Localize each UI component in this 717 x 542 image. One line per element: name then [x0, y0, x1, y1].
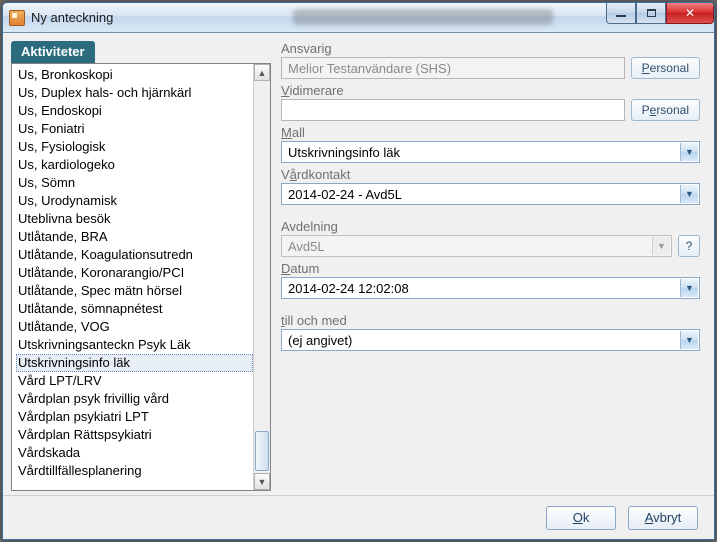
list-item[interactable]: Vård LPT/LRV	[16, 372, 253, 390]
list-item[interactable]: Vårdplan Rättspsykiatri	[16, 426, 253, 444]
input-vidimerare[interactable]	[281, 99, 625, 121]
input-ansvarig	[281, 57, 625, 79]
chevron-down-icon: ▼	[680, 331, 698, 349]
field-avdelning: Avdelning Avd5L ▼ ?	[281, 219, 700, 257]
scrollbar-vertical[interactable]: ▲ ▼	[253, 64, 270, 490]
ok-text: k	[583, 510, 590, 525]
field-vardkontakt: Vårdkontakt 2014-02-24 - Avd5L ▼	[281, 167, 700, 205]
label-avdelning: Avdelning	[281, 219, 700, 235]
select-mall[interactable]: Utskrivningsinfo läk ▼	[281, 141, 700, 163]
list-item[interactable]: Us, Bronkoskopi	[16, 66, 253, 84]
select-datum[interactable]: 2014-02-24 12:02:08 ▼	[281, 277, 700, 299]
field-vidimerare: Vidimerare Personal	[281, 83, 700, 121]
button-ansvarig-personal[interactable]: Personal	[631, 57, 700, 79]
label-ansvarig: Ansvarig	[281, 41, 700, 57]
field-mall: Mall Utskrivningsinfo läk ▼	[281, 125, 700, 163]
select-vardkontakt[interactable]: 2014-02-24 - Avd5L ▼	[281, 183, 700, 205]
label-vidimerare: Vidimerare	[281, 83, 700, 99]
dialog-window: Ny anteckning ✕ Aktiviteter Us, Bronkosk…	[2, 2, 715, 540]
list-item[interactable]: Utlåtande, Spec mätn hörsel	[16, 282, 253, 300]
btn-text: rsonal	[656, 103, 689, 117]
list-item[interactable]: Vårdskada	[16, 444, 253, 462]
list-item[interactable]: Utskrivningsanteckn Psyk Läk	[16, 336, 253, 354]
minimize-button[interactable]	[606, 3, 636, 24]
activities-list[interactable]: Us, BronkoskopiUs, Duplex hals- och hjär…	[12, 64, 253, 490]
list-item[interactable]: Us, Foniatri	[16, 120, 253, 138]
chevron-down-icon: ▼	[680, 185, 698, 203]
list-item[interactable]: Us, kardiologeko	[16, 156, 253, 174]
maximize-button[interactable]	[636, 3, 666, 24]
list-item[interactable]: Vårdtillfällesplanering	[16, 462, 253, 480]
field-ansvarig: Ansvarig Personal	[281, 41, 700, 79]
list-item[interactable]: Utlåtande, VOG	[16, 318, 253, 336]
list-item[interactable]: Us, Urodynamisk	[16, 192, 253, 210]
button-avdelning-help[interactable]: ?	[678, 235, 700, 257]
select-avdelning-value: Avd5L	[288, 239, 325, 254]
right-panel: Ansvarig Personal Vidimerare Personal Ma…	[281, 41, 704, 495]
tab-aktiviteter[interactable]: Aktiviteter	[11, 41, 95, 63]
ok-button[interactable]: Ok	[546, 506, 616, 530]
list-item[interactable]: Utlåtande, Koagulationsutredn	[16, 246, 253, 264]
cancel-text: vbryt	[653, 510, 681, 525]
titlebar-blurred-text	[293, 9, 553, 25]
left-panel: Aktiviteter Us, BronkoskopiUs, Duplex ha…	[11, 41, 271, 495]
list-item[interactable]: Vårdplan psyk frivillig vård	[16, 390, 253, 408]
close-button[interactable]: ✕	[666, 3, 714, 24]
list-item[interactable]: Utlåtande, sömnapnétest	[16, 300, 253, 318]
select-mall-value: Utskrivningsinfo läk	[288, 145, 400, 160]
window-controls: ✕	[606, 3, 714, 24]
label-tom: till och med	[281, 313, 700, 329]
list-item[interactable]: Us, Sömn	[16, 174, 253, 192]
list-item[interactable]: Utlåtande, Koronarangio/PCI	[16, 264, 253, 282]
list-item[interactable]: Us, Duplex hals- och hjärnkärl	[16, 84, 253, 102]
tab-header: Aktiviteter	[11, 41, 271, 63]
chevron-down-icon: ▼	[680, 143, 698, 161]
cancel-button[interactable]: Avbryt	[628, 506, 698, 530]
list-item[interactable]: Uteblivna besök	[16, 210, 253, 228]
activities-listbox: Us, BronkoskopiUs, Duplex hals- och hjär…	[11, 63, 271, 491]
chevron-down-icon: ▼	[680, 279, 698, 297]
field-datum: Datum 2014-02-24 12:02:08 ▼	[281, 261, 700, 299]
select-tom-value: (ej angivet)	[288, 333, 352, 348]
field-tom: till och med (ej angivet) ▼	[281, 313, 700, 351]
titlebar[interactable]: Ny anteckning ✕	[3, 3, 714, 33]
label-datum: Datum	[281, 261, 700, 277]
scroll-up-arrow-icon[interactable]: ▲	[254, 64, 270, 81]
window-title: Ny anteckning	[31, 10, 113, 25]
select-datum-value: 2014-02-24 12:02:08	[288, 281, 409, 296]
list-item[interactable]: Us, Fysiologisk	[16, 138, 253, 156]
list-item[interactable]: Utskrivningsinfo läk	[16, 354, 253, 372]
content-area: Aktiviteter Us, BronkoskopiUs, Duplex ha…	[3, 33, 714, 495]
select-avdelning: Avd5L ▼	[281, 235, 672, 257]
label-vardkontakt: Vårdkontakt	[281, 167, 700, 183]
label-mall: Mall	[281, 125, 700, 141]
list-item[interactable]: Utlåtande, BRA	[16, 228, 253, 246]
scroll-track[interactable]	[254, 81, 270, 473]
list-item[interactable]: Vårdplan psykiatri LPT	[16, 408, 253, 426]
select-vardkontakt-value: 2014-02-24 - Avd5L	[288, 187, 402, 202]
scroll-down-arrow-icon[interactable]: ▼	[254, 473, 270, 490]
list-item[interactable]: Us, Endoskopi	[16, 102, 253, 120]
chevron-down-icon: ▼	[652, 237, 670, 255]
button-vidimerare-personal[interactable]: Personal	[631, 99, 700, 121]
btn-text: ersonal	[650, 61, 689, 75]
app-icon	[9, 10, 25, 26]
dialog-footer: Ok Avbryt	[3, 495, 714, 539]
scroll-thumb[interactable]	[255, 431, 269, 471]
select-tom[interactable]: (ej angivet) ▼	[281, 329, 700, 351]
